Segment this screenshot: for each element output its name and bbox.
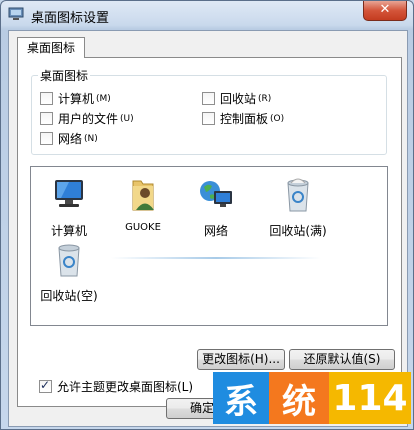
tab-desktop-icons[interactable]: 桌面图标 — [17, 37, 85, 58]
computer-icon — [55, 180, 83, 207]
checkbox-label: 控制面板 — [220, 112, 269, 126]
display-settings-icon — [8, 7, 24, 20]
window-title: 桌面图标设置 — [31, 11, 110, 26]
icon-label: 回收站(满) — [269, 224, 327, 238]
group-title: 桌面图标 — [38, 67, 91, 84]
desktop-icons-group: 桌面图标 计算机(M) 回收站(R) 用户的文件(U) 控制面板(O) — [31, 67, 387, 155]
icon-label: 网络 — [203, 224, 228, 238]
allow-themes-checkbox[interactable]: 允许主题更改桌面图标(L) — [39, 378, 193, 395]
checkbox-user-files[interactable]: 用户的文件 (U) — [40, 110, 134, 127]
restore-default-button[interactable]: 还原默认值(S) — [289, 349, 395, 370]
icon-label: GUOKE — [125, 222, 161, 233]
tab-panel: 桌面图标 计算机(M) 回收站(R) 用户的文件(U) 控制面板(O) — [17, 57, 402, 407]
checkbox-label: 用户的文件 — [58, 112, 119, 126]
checkbox-box[interactable] — [40, 112, 53, 125]
icon-item-user-folder[interactable]: GUOKE — [108, 177, 178, 233]
checkbox-box[interactable] — [202, 92, 215, 105]
title-bar[interactable]: 桌面图标设置 ✕ — [1, 1, 413, 29]
dialog-client-area: 桌面图标 桌面图标 计算机 (M) 回收站 (R) 用户的文件 (U) 控制面板… — [8, 30, 408, 427]
recycle-bin-full-icon — [287, 178, 309, 212]
icon-list[interactable]: 计算机 GUOKE 网络 回收站(满) 回收站(空) — [30, 166, 388, 326]
checkbox-computer[interactable]: 计算机 (M) — [40, 90, 111, 107]
network-icon — [200, 181, 232, 207]
checkbox-box[interactable] — [202, 112, 215, 125]
icon-label: 计算机 — [50, 224, 87, 238]
checkbox-label: 计算机 — [58, 92, 95, 106]
watermark-char: 114 — [329, 372, 411, 424]
desktop-icon-settings-window: 桌面图标设置 ✕ 桌面图标 桌面图标 计算机 (M) 回收站 (R) 用户的文件 (U… — [0, 0, 414, 430]
user-folder-icon — [132, 180, 154, 211]
site-watermark: 系 统 114 — [213, 372, 411, 424]
icon-item-recycle-bin-empty[interactable]: 回收站(空) — [34, 242, 104, 304]
checkbox-recycle-bin[interactable]: 回收站 (R) — [202, 90, 271, 107]
watermark-char: 系 — [213, 372, 269, 424]
checkbox-label: 网络 — [58, 132, 83, 146]
checkbox-network[interactable]: 网络 (N) — [40, 130, 98, 147]
recycle-bin-empty-icon — [58, 244, 80, 277]
selection-highlight — [111, 257, 321, 259]
change-icon-button[interactable]: 更改图标(H)... — [197, 349, 285, 370]
icon-item-recycle-bin-full[interactable]: 回收站(满) — [263, 177, 333, 239]
close-button[interactable]: ✕ — [363, 1, 407, 21]
checkbox-box[interactable] — [40, 92, 53, 105]
watermark-char: 统 — [269, 372, 329, 424]
checkbox-control-panel[interactable]: 控制面板 (O) — [202, 110, 284, 127]
icon-item-network[interactable]: 网络 — [181, 177, 251, 239]
checkbox-box[interactable] — [39, 378, 52, 393]
allow-themes-label: 允许主题更改桌面图标(L) — [57, 380, 194, 394]
icon-item-computer[interactable]: 计算机 — [34, 177, 104, 239]
checkbox-label: 回收站 — [220, 92, 257, 106]
icon-label: 回收站(空) — [40, 289, 98, 303]
checkbox-box[interactable] — [40, 132, 53, 145]
